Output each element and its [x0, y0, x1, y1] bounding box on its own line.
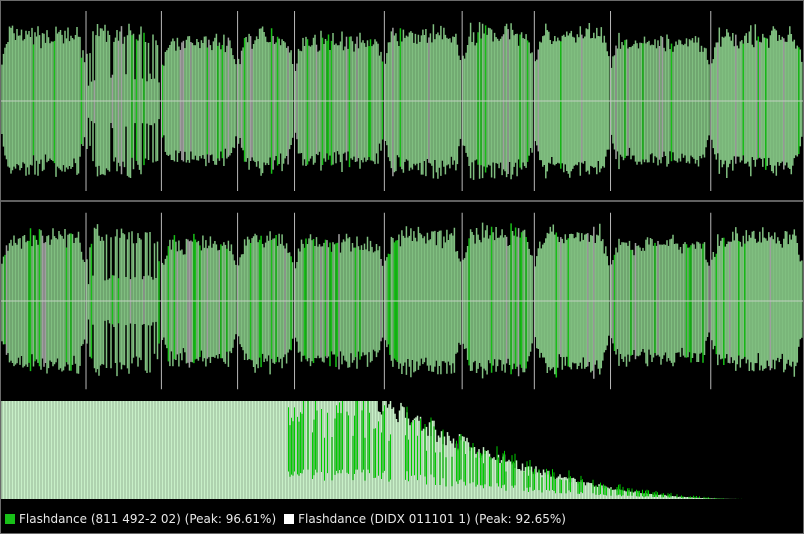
legend-label-track-1: Flashdance (811 492-2 02) (Peak: 96.61%) — [19, 512, 277, 526]
right-channel-segment-2 — [86, 224, 160, 377]
track-2-color-swatch — [284, 514, 295, 524]
waveform-comparison-viewer: Flashdance (811 492-2 02) (Peak: 96.61%)… — [0, 0, 804, 534]
legend-entry-track-2: Flashdance (DIDX 011101 1) (Peak: 92.65%… — [284, 512, 566, 526]
right-channel-segment-10 — [711, 227, 803, 377]
right-channel-segment-5 — [294, 233, 384, 370]
right-channel-segment-6 — [384, 226, 462, 378]
legend-label-track-2: Flashdance (DIDX 011101 1) (Peak: 92.65%… — [298, 512, 566, 526]
track-1-color-swatch — [5, 514, 15, 524]
left-channel-segment-3 — [161, 33, 237, 167]
frequency-spectrum — [1, 401, 742, 499]
right-channel-segment-4 — [237, 231, 294, 375]
left-channel-waveform — [1, 11, 803, 191]
right-channel-waveform — [1, 212, 803, 390]
waveform-display — [1, 11, 803, 499]
legend-entry-track-1: Flashdance (811 492-2 02) (Peak: 96.61%) — [5, 512, 276, 526]
legend: Flashdance (811 492-2 02) (Peak: 96.61%)… — [5, 510, 574, 528]
